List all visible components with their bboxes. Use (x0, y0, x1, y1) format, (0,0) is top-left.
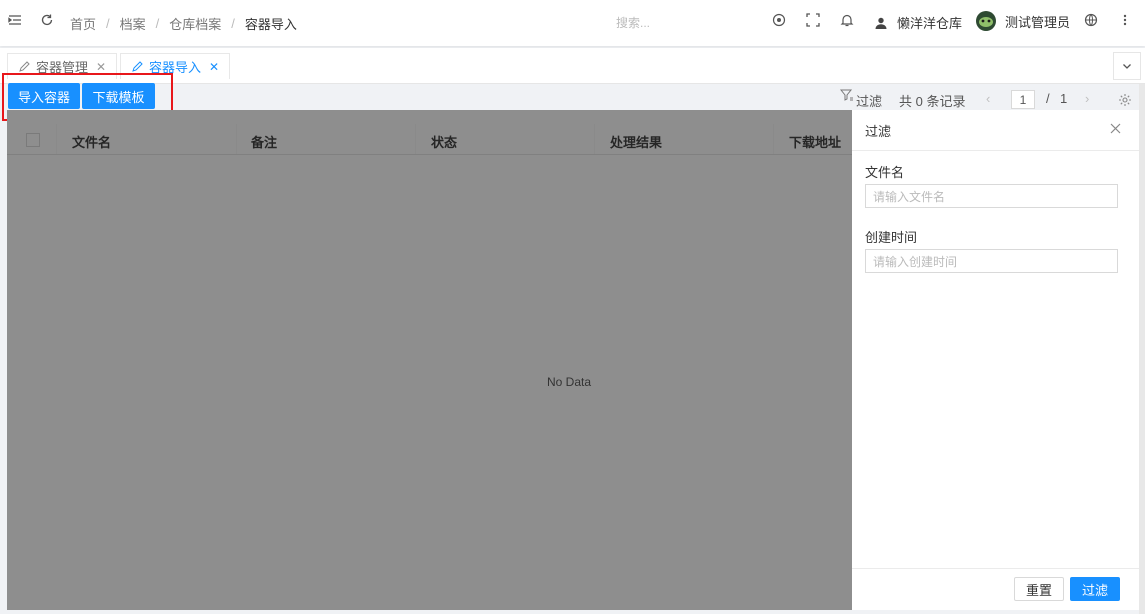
breadcrumb: 首页 / 档案 / 仓库档案 / 容器导入 (70, 14, 297, 33)
tab-dropdown-button[interactable] (1113, 52, 1141, 80)
close-icon[interactable]: ✕ (96, 60, 106, 74)
created-time-label: 创建时间 (865, 230, 918, 245)
bell-icon[interactable] (840, 13, 858, 31)
username: 测试管理员 (1005, 14, 1071, 30)
column-divider (415, 124, 416, 154)
created-time-input[interactable]: 请输入创建时间 (865, 249, 1118, 273)
warehouse-name: 懒洋洋仓库 (897, 16, 963, 31)
breadcrumb-separator: / (155, 16, 160, 31)
column-header-remark[interactable]: 备注 (251, 132, 277, 151)
record-count: 共 0 条记录 (899, 94, 966, 109)
edit-icon (132, 60, 143, 72)
edit-icon (19, 60, 30, 72)
breadcrumb-warehouse-archive[interactable]: 仓库档案 (169, 14, 221, 33)
tab-container-management[interactable]: 容器管理 ✕ (7, 53, 118, 79)
close-icon[interactable] (1110, 122, 1121, 137)
close-icon[interactable]: ✕ (209, 60, 219, 74)
page-separator: / (1046, 91, 1050, 106)
column-divider (773, 124, 774, 154)
column-header-status[interactable]: 状态 (431, 132, 457, 151)
fullscreen-icon[interactable] (806, 13, 824, 31)
breadcrumb-home[interactable]: 首页 (70, 14, 96, 33)
column-divider (56, 124, 57, 154)
top-header: 首页 / 档案 / 仓库档案 / 容器导入 搜索... 懒洋洋仓库 测试管理员 (0, 0, 1145, 46)
avatar (976, 11, 996, 31)
empty-state-text: No Data (547, 375, 592, 389)
filter-submit-button[interactable]: 过滤 (1070, 577, 1120, 601)
column-divider (236, 124, 237, 154)
menu-collapse-icon[interactable] (8, 13, 26, 31)
user-icon (875, 17, 887, 29)
filter-label[interactable]: 过滤 (856, 91, 882, 110)
tab-label: 容器导入 (149, 60, 202, 75)
tab-bar: 容器管理 ✕ 容器导入 ✕ (0, 48, 1145, 84)
import-container-button[interactable]: 导入容器 (8, 83, 80, 109)
more-vertical-icon[interactable] (1118, 13, 1136, 31)
scrollbar-track[interactable] (1139, 84, 1145, 614)
warehouse-selector[interactable]: 懒洋洋仓库 (874, 13, 962, 32)
divider (852, 150, 1139, 151)
divider (852, 568, 1139, 569)
search-input[interactable]: 搜索... (616, 14, 650, 31)
settings-button[interactable] (1118, 93, 1132, 107)
prev-page-button[interactable]: ‹ (986, 91, 990, 106)
filter-drawer: 过滤 文件名 请输入文件名 创建时间 请输入创建时间 重置 过滤 (852, 110, 1139, 610)
column-header-result[interactable]: 处理结果 (610, 132, 662, 151)
select-all-checkbox[interactable] (26, 133, 40, 147)
filter-icon (840, 89, 853, 101)
breadcrumb-archive[interactable]: 档案 (120, 14, 146, 33)
tab-container-import[interactable]: 容器导入 ✕ (120, 53, 231, 79)
chevron-down-icon (1123, 64, 1131, 69)
filename-label: 文件名 (865, 165, 905, 180)
filter-toggle[interactable] (840, 88, 854, 102)
table-header (7, 124, 852, 155)
breadcrumb-separator: / (231, 16, 235, 31)
gear-icon (1119, 94, 1131, 106)
refresh-icon[interactable] (40, 13, 58, 31)
column-divider (594, 124, 595, 154)
tab-label: 容器管理 (36, 60, 89, 75)
reset-button[interactable]: 重置 (1014, 577, 1064, 601)
data-table: 文件名 备注 状态 处理结果 下载地址 No Data (7, 110, 852, 610)
next-page-button[interactable]: › (1085, 91, 1089, 106)
column-header-download-url[interactable]: 下载地址 (789, 132, 841, 151)
user-menu[interactable]: 测试管理员 (976, 11, 1070, 31)
globe-icon[interactable] (1084, 13, 1102, 31)
breadcrumb-separator: / (106, 16, 110, 31)
column-header-filename[interactable]: 文件名 (72, 132, 111, 151)
drawer-title: 过滤 (865, 124, 892, 139)
target-icon[interactable] (772, 13, 790, 31)
filename-input[interactable]: 请输入文件名 (865, 184, 1118, 208)
breadcrumb-current: 容器导入 (244, 17, 297, 32)
page-total: 1 (1060, 91, 1068, 106)
download-template-button[interactable]: 下载模板 (82, 83, 155, 109)
page-input[interactable]: 1 (1011, 90, 1035, 109)
